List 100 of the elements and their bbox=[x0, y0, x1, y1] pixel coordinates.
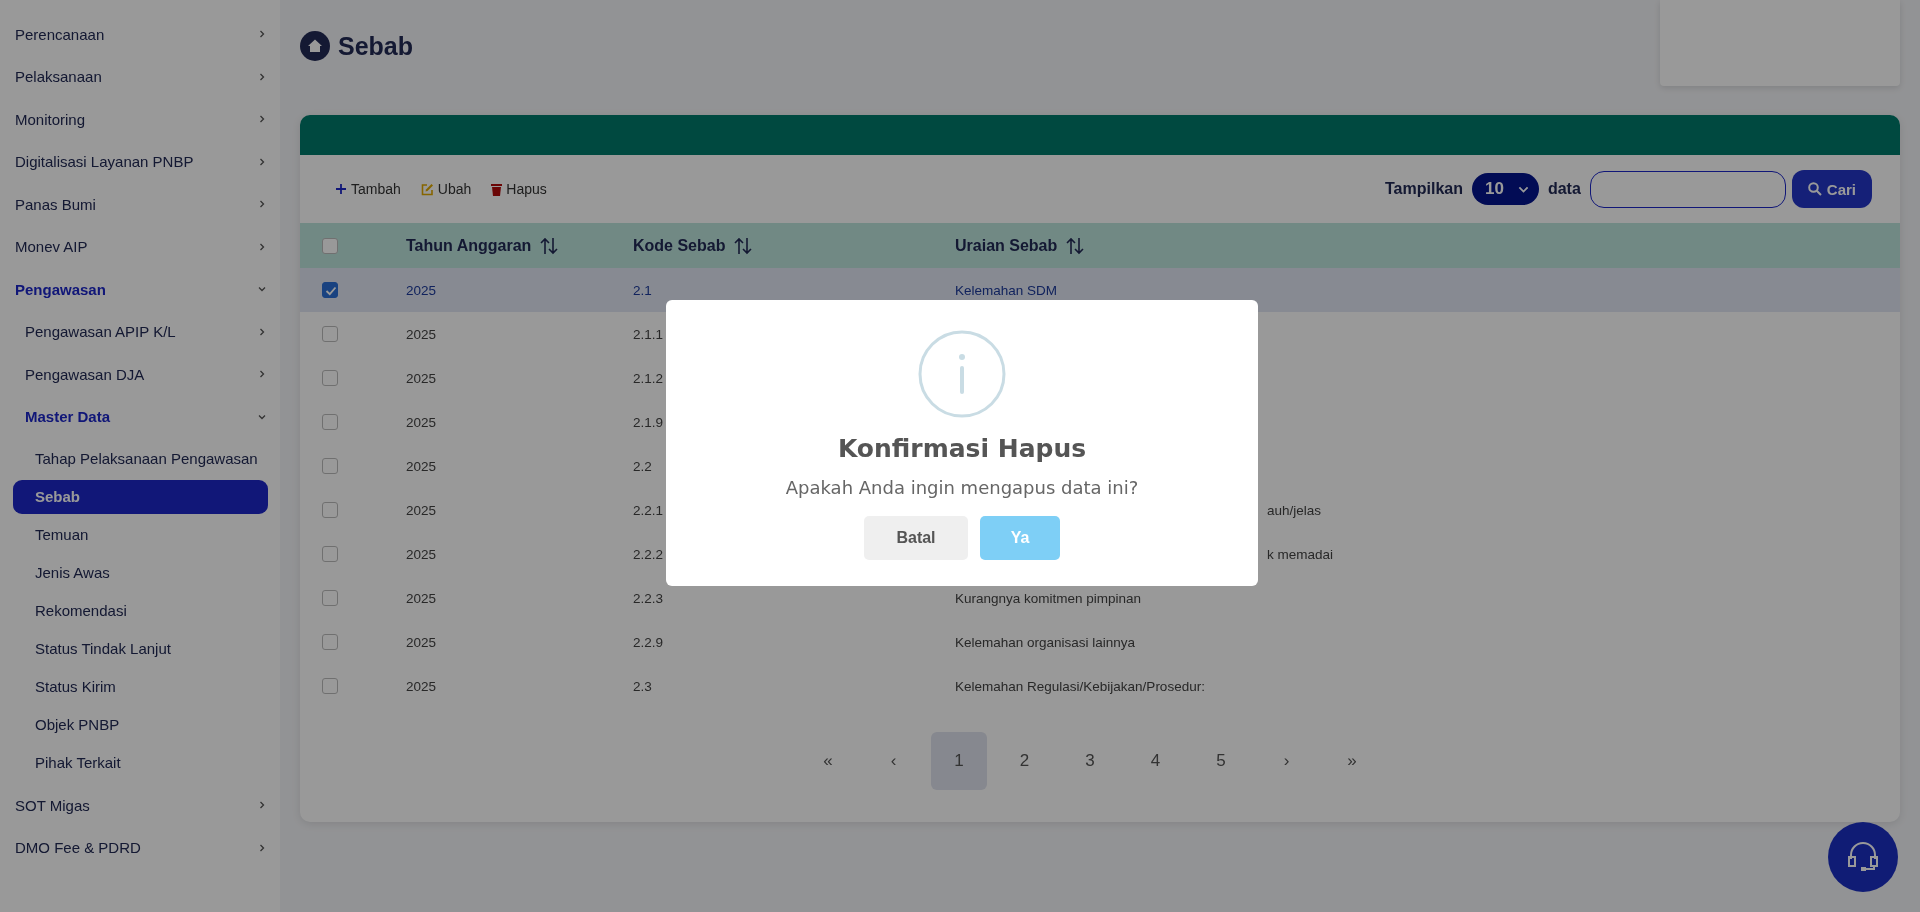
page-button[interactable]: 4 bbox=[1127, 732, 1184, 790]
sidebar-item[interactable]: Status Tindak Lanjut bbox=[13, 632, 268, 666]
table-cell: k memadai bbox=[1267, 546, 1334, 562]
column-header: Tahun Anggaran bbox=[406, 236, 532, 255]
checkbox[interactable] bbox=[322, 326, 338, 342]
sidebar-item[interactable]: Monev AIP bbox=[0, 225, 280, 268]
sidebar-item[interactable]: Objek PNBP bbox=[13, 708, 268, 742]
table-cell: 2.2.1 bbox=[633, 502, 664, 518]
table-cell: Kurangnya komitmen pimpinan bbox=[955, 590, 1142, 606]
next-page-button[interactable]: › bbox=[1258, 732, 1315, 790]
sidebar-item[interactable]: Pengawasan DJA bbox=[0, 353, 280, 396]
table-cell: 2.2.2 bbox=[633, 546, 664, 562]
page-title: Sebab bbox=[338, 32, 414, 61]
page-button[interactable]: 2 bbox=[996, 732, 1053, 790]
sidebar-item[interactable]: Tahap Pelaksanaan Pengawasan bbox=[13, 442, 268, 476]
chevron-right-icon bbox=[258, 327, 266, 336]
chevron-right-icon bbox=[258, 370, 266, 379]
checkbox[interactable] bbox=[322, 502, 338, 518]
sidebar-item[interactable]: Panas Bumi bbox=[0, 183, 280, 226]
page-size-select[interactable]: 10 bbox=[1472, 173, 1539, 205]
search-field[interactable] bbox=[1589, 170, 1786, 208]
chevron-down-icon bbox=[258, 285, 266, 294]
previous-page-button[interactable]: ‹ bbox=[865, 732, 922, 790]
info-icon bbox=[918, 330, 1006, 418]
sidebar-item[interactable]: Pelaksanaan bbox=[0, 55, 280, 98]
sidebar-item[interactable]: Jenis Awas bbox=[13, 556, 268, 590]
chevron-right-icon bbox=[258, 843, 266, 852]
table-cell: Kelemahan SDM bbox=[955, 282, 1058, 298]
checkbox[interactable] bbox=[322, 634, 338, 650]
table-cell: 2025 bbox=[406, 502, 437, 518]
table-cell: 2.2 bbox=[633, 458, 652, 474]
chevron-right-icon bbox=[258, 200, 266, 209]
checkbox[interactable] bbox=[322, 237, 338, 254]
table-cell: 2025 bbox=[406, 282, 437, 298]
page-button[interactable]: 3 bbox=[1062, 732, 1118, 790]
column-header: Uraian Sebab bbox=[955, 236, 1058, 255]
sort-icon[interactable] bbox=[733, 235, 754, 256]
sidebar-item[interactable]: DMO Fee & PDRD bbox=[0, 826, 280, 869]
table-cell: 2.1.9 bbox=[633, 414, 664, 430]
sidebar-item[interactable]: Status Kirim bbox=[13, 670, 268, 704]
page-size-label: Tampilkan bbox=[1385, 180, 1463, 198]
page-button[interactable]: 5 bbox=[1193, 732, 1249, 790]
sidebar-item[interactable]: Pengawasan bbox=[0, 268, 280, 311]
plus-icon bbox=[335, 183, 347, 195]
sidebar-item[interactable]: SOT Migas bbox=[0, 784, 280, 827]
sidebar-item[interactable]: Pengawasan APIP K/L bbox=[0, 310, 280, 353]
column-header: Kode Sebab bbox=[633, 236, 726, 255]
sidebar-item[interactable]: Sebab bbox=[13, 480, 268, 514]
table-cell: 2025 bbox=[406, 326, 437, 342]
sidebar-item[interactable]: Rekomendasi bbox=[13, 594, 268, 628]
delete-button[interactable]: Hapus bbox=[491, 181, 547, 197]
table-cell: 2.1.1 bbox=[633, 326, 664, 342]
chevron-right-icon bbox=[258, 115, 266, 124]
table-cell: 2025 bbox=[406, 458, 437, 474]
chevron-right-icon bbox=[258, 30, 266, 39]
page-button[interactable]: 1 bbox=[931, 732, 987, 790]
sidebar-item[interactable]: Perencanaan bbox=[0, 13, 280, 56]
add-button[interactable]: Tambah bbox=[335, 181, 401, 197]
chevron-right-icon bbox=[258, 801, 266, 810]
table-cell: 2025 bbox=[406, 546, 437, 562]
table-cell: 2025 bbox=[406, 678, 437, 694]
dialog-message: Apakah Anda ingin mengapus data ini? bbox=[785, 477, 1139, 498]
checkbox[interactable] bbox=[322, 590, 338, 606]
chevron-down-icon bbox=[258, 412, 266, 421]
table-cell: 2.1 bbox=[633, 282, 652, 298]
sidebar-item[interactable]: Digitalisasi Layanan PNBP bbox=[0, 140, 280, 183]
checkbox[interactable] bbox=[322, 414, 338, 430]
first-page-button[interactable]: « bbox=[800, 732, 856, 790]
table-cell: 2025 bbox=[406, 634, 437, 650]
checkbox[interactable] bbox=[322, 546, 338, 562]
checkbox[interactable] bbox=[322, 678, 338, 694]
checkbox[interactable] bbox=[322, 458, 338, 474]
table-cell: 2.3 bbox=[633, 678, 652, 694]
sort-icon[interactable] bbox=[1065, 235, 1086, 256]
table-cell: 2025 bbox=[406, 370, 437, 386]
search-button[interactable]: Cari bbox=[1791, 170, 1872, 208]
sort-icon[interactable] bbox=[539, 235, 560, 256]
sidebar-item[interactable]: Pihak Terkait bbox=[13, 746, 268, 780]
checkbox[interactable] bbox=[322, 370, 338, 386]
table-cell: 2025 bbox=[406, 590, 437, 606]
checkbox[interactable] bbox=[322, 282, 338, 298]
search-icon bbox=[1807, 182, 1822, 196]
last-page-button[interactable]: » bbox=[1324, 732, 1380, 790]
sidebar-item[interactable]: Monitoring bbox=[0, 98, 280, 141]
chevron-right-icon bbox=[258, 72, 266, 81]
table-cell: Kelemahan organisasi lainnya bbox=[955, 634, 1136, 650]
cancel-button[interactable]: Batal bbox=[864, 516, 968, 560]
table-cell: 2025 bbox=[406, 414, 437, 430]
dialog-title: Konfirmasi Hapus bbox=[837, 434, 1087, 463]
table-cell: 2.2.9 bbox=[633, 634, 664, 650]
sidebar-item[interactable]: Temuan bbox=[13, 518, 268, 552]
chevron-right-icon bbox=[258, 157, 266, 166]
table-cell: auh/jelas bbox=[1267, 502, 1322, 518]
edit-icon bbox=[420, 182, 434, 196]
edit-button[interactable]: Ubah bbox=[420, 181, 472, 197]
table-cell: 2.2.3 bbox=[633, 590, 664, 606]
sidebar-item[interactable]: Master Data bbox=[0, 395, 280, 438]
home-icon bbox=[300, 31, 330, 61]
chevron-right-icon bbox=[258, 242, 266, 251]
table-cell: Kelemahan Regulasi/Kebijakan/Prosedur: bbox=[955, 678, 1205, 694]
